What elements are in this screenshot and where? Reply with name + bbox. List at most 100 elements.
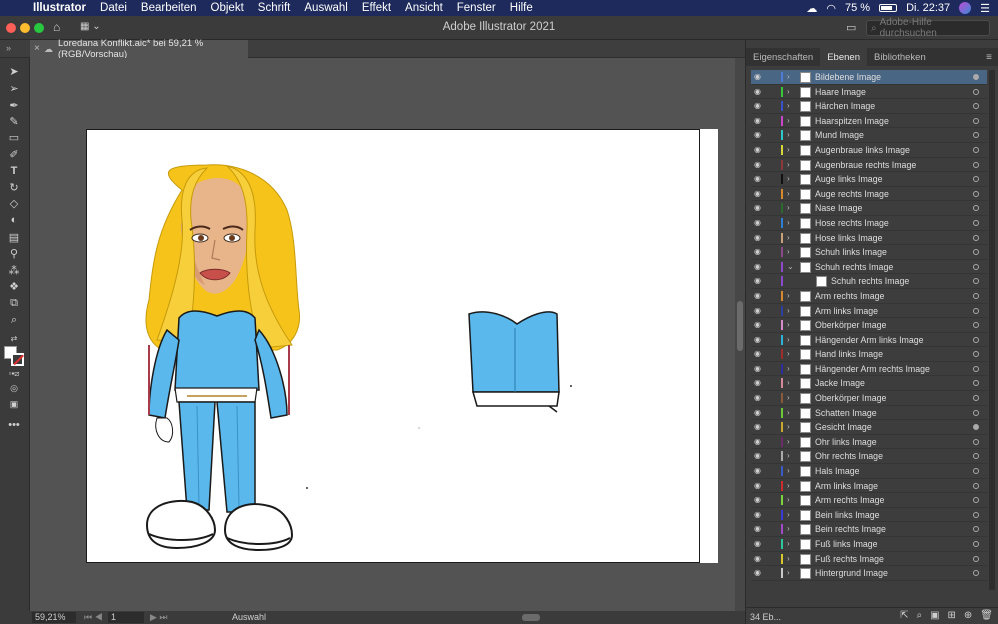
prev-artboard-icon[interactable]: ⏮ ◀	[84, 612, 103, 623]
layer-target-icon[interactable]	[973, 103, 979, 110]
chevron-right-icon[interactable]: ›	[787, 435, 790, 450]
layer-name[interactable]: Auge rechts Image	[815, 187, 889, 202]
layer-row[interactable]: ◉ › Hand links Image	[751, 347, 987, 362]
layer-row[interactable]: ◉ › Augenbraue links Image	[751, 143, 987, 158]
visibility-eye-icon[interactable]: ◉	[754, 274, 764, 289]
visibility-eye-icon[interactable]: ◉	[754, 420, 764, 435]
layer-target-icon[interactable]	[973, 117, 979, 124]
visibility-eye-icon[interactable]: ◉	[754, 537, 764, 552]
chevron-right-icon[interactable]: ›	[787, 391, 790, 406]
layer-row[interactable]: ◉ › Jacke Image	[751, 376, 987, 392]
eyedropper-tool-icon[interactable]: ⚲	[5, 246, 23, 260]
layer-row[interactable]: ◉ › Oberkörper Image	[751, 318, 987, 333]
layer-name[interactable]: Bein links Image	[815, 508, 880, 523]
screen-mode-icon[interactable]: ▣	[5, 397, 23, 411]
type-tool-icon[interactable]: T	[5, 164, 23, 178]
layer-target-icon[interactable]	[973, 351, 979, 358]
menu-objekt[interactable]: Objekt	[204, 2, 251, 14]
chevron-right-icon[interactable]: ›	[787, 231, 790, 246]
layer-target-icon[interactable]	[973, 219, 979, 226]
layer-target-icon[interactable]	[973, 322, 979, 329]
panel-collapse-icon[interactable]: »	[6, 43, 11, 53]
layer-name[interactable]: Gesicht Image	[815, 420, 872, 435]
layer-row[interactable]: ◉ › Bildebene Image	[751, 70, 987, 85]
layer-target-icon[interactable]	[973, 380, 979, 387]
visibility-eye-icon[interactable]: ◉	[754, 70, 764, 85]
layer-target-icon[interactable]	[973, 438, 979, 445]
artboard[interactable]	[86, 129, 700, 563]
help-search-input[interactable]: ⌕ Adobe-Hilfe durchsuchen	[866, 17, 990, 39]
layer-row[interactable]: ◉ › Hose rechts Image	[751, 216, 987, 231]
menu-datei[interactable]: Datei	[93, 2, 134, 14]
make-clipping-mask-icon[interactable]: ▣	[930, 610, 939, 621]
layer-name[interactable]: Ohr links Image	[815, 435, 877, 450]
layer-target-icon[interactable]	[973, 132, 979, 139]
layer-target-icon[interactable]	[973, 292, 979, 299]
tab-bibliotheken[interactable]: Bibliotheken	[867, 48, 933, 66]
rectangle-tool-icon[interactable]: ▭	[5, 130, 23, 144]
artboard-tool-icon[interactable]: ⧉	[5, 296, 23, 310]
layer-target-icon[interactable]	[973, 146, 979, 153]
visibility-eye-icon[interactable]: ◉	[754, 304, 764, 319]
chevron-right-icon[interactable]: ›	[787, 420, 790, 435]
chevron-right-icon[interactable]: ›	[787, 479, 790, 494]
draw-mode-icon[interactable]: ◎	[5, 381, 23, 395]
menu-ansicht[interactable]: Ansicht	[398, 2, 450, 14]
eraser-tool-icon[interactable]: ◇	[5, 196, 23, 210]
layer-name[interactable]: Bein rechts Image	[815, 522, 886, 537]
menu-effekt[interactable]: Effekt	[355, 2, 398, 14]
paintbrush-tool-icon[interactable]: ✐	[5, 147, 23, 161]
direct-selection-tool-icon[interactable]: ➢	[5, 81, 23, 95]
layer-target-icon[interactable]	[973, 482, 979, 489]
layer-name[interactable]: Arm links Image	[815, 304, 878, 319]
layer-row[interactable]: ◉ › Fuß rechts Image	[751, 552, 987, 567]
visibility-eye-icon[interactable]: ◉	[754, 333, 764, 348]
visibility-eye-icon[interactable]: ◉	[754, 216, 764, 231]
layer-target-icon[interactable]	[973, 365, 979, 372]
menu-fenster[interactable]: Fenster	[450, 2, 503, 14]
artboard-number-field[interactable]: 1	[108, 612, 144, 623]
layer-row[interactable]: ◉ › Mund Image	[751, 128, 987, 143]
layer-row[interactable]: ◉ › Auge rechts Image	[751, 187, 987, 202]
layer-name[interactable]: Hängender Arm links Image	[815, 333, 924, 348]
visibility-eye-icon[interactable]: ◉	[754, 187, 764, 202]
chevron-right-icon[interactable]: ›	[787, 347, 790, 362]
layer-row[interactable]: ◉ › Augenbraue rechts Image	[751, 158, 987, 173]
visibility-eye-icon[interactable]: ◉	[754, 201, 764, 216]
tab-eigenschaften[interactable]: Eigenschaften	[746, 48, 820, 66]
layer-row[interactable]: ◉ › Hose links Image	[751, 231, 987, 246]
layer-name[interactable]: Fuß rechts Image	[815, 552, 884, 567]
battery-icon[interactable]	[879, 4, 898, 12]
chevron-right-icon[interactable]: ›	[787, 289, 790, 304]
layer-name[interactable]: Härchen Image	[815, 99, 875, 114]
visibility-eye-icon[interactable]: ◉	[754, 449, 764, 464]
layer-row[interactable]: ◉ › Nase Image	[751, 201, 987, 216]
layer-row[interactable]: ◉ › Haarspitzen Image	[751, 114, 987, 129]
layer-row[interactable]: ◉ › Ohr rechts Image	[751, 449, 987, 465]
visibility-eye-icon[interactable]: ◉	[754, 289, 764, 304]
close-tab-icon[interactable]: ×	[34, 43, 40, 54]
visibility-eye-icon[interactable]: ◉	[754, 508, 764, 523]
pen-tool-icon[interactable]: ✒	[5, 98, 23, 112]
layer-row[interactable]: ◉ › Gesicht Image	[751, 420, 987, 435]
chevron-right-icon[interactable]: ›	[787, 128, 790, 143]
layer-target-icon[interactable]	[973, 205, 979, 212]
layer-name[interactable]: Hand links Image	[815, 347, 883, 362]
chevron-right-icon[interactable]: ›	[787, 537, 790, 552]
document-tab[interactable]: × ☁ Loredana Konflikt.aic* bei 59,21 % (…	[30, 38, 248, 60]
new-layer-icon[interactable]: ⊕	[964, 610, 972, 621]
layer-name[interactable]: Schuh rechts Image	[831, 274, 909, 289]
layer-name[interactable]: Fuß links Image	[815, 537, 878, 552]
layer-target-icon[interactable]	[973, 190, 979, 197]
new-sublayer-icon[interactable]: ⊞	[948, 610, 956, 621]
visibility-eye-icon[interactable]: ◉	[754, 260, 764, 275]
layer-target-icon[interactable]	[973, 541, 979, 547]
layer-row[interactable]: ◉ Schuh rechts Image	[751, 274, 987, 289]
layer-target-icon[interactable]	[973, 555, 979, 562]
layer-target-icon[interactable]	[973, 88, 979, 95]
chevron-right-icon[interactable]: ›	[787, 376, 790, 391]
menu-bearbeiten[interactable]: Bearbeiten	[134, 2, 204, 14]
cloud-icon[interactable]: ☁	[806, 2, 817, 15]
clock[interactable]: Di. 22:37	[906, 2, 950, 14]
layer-name[interactable]: Haare Image	[815, 85, 866, 100]
